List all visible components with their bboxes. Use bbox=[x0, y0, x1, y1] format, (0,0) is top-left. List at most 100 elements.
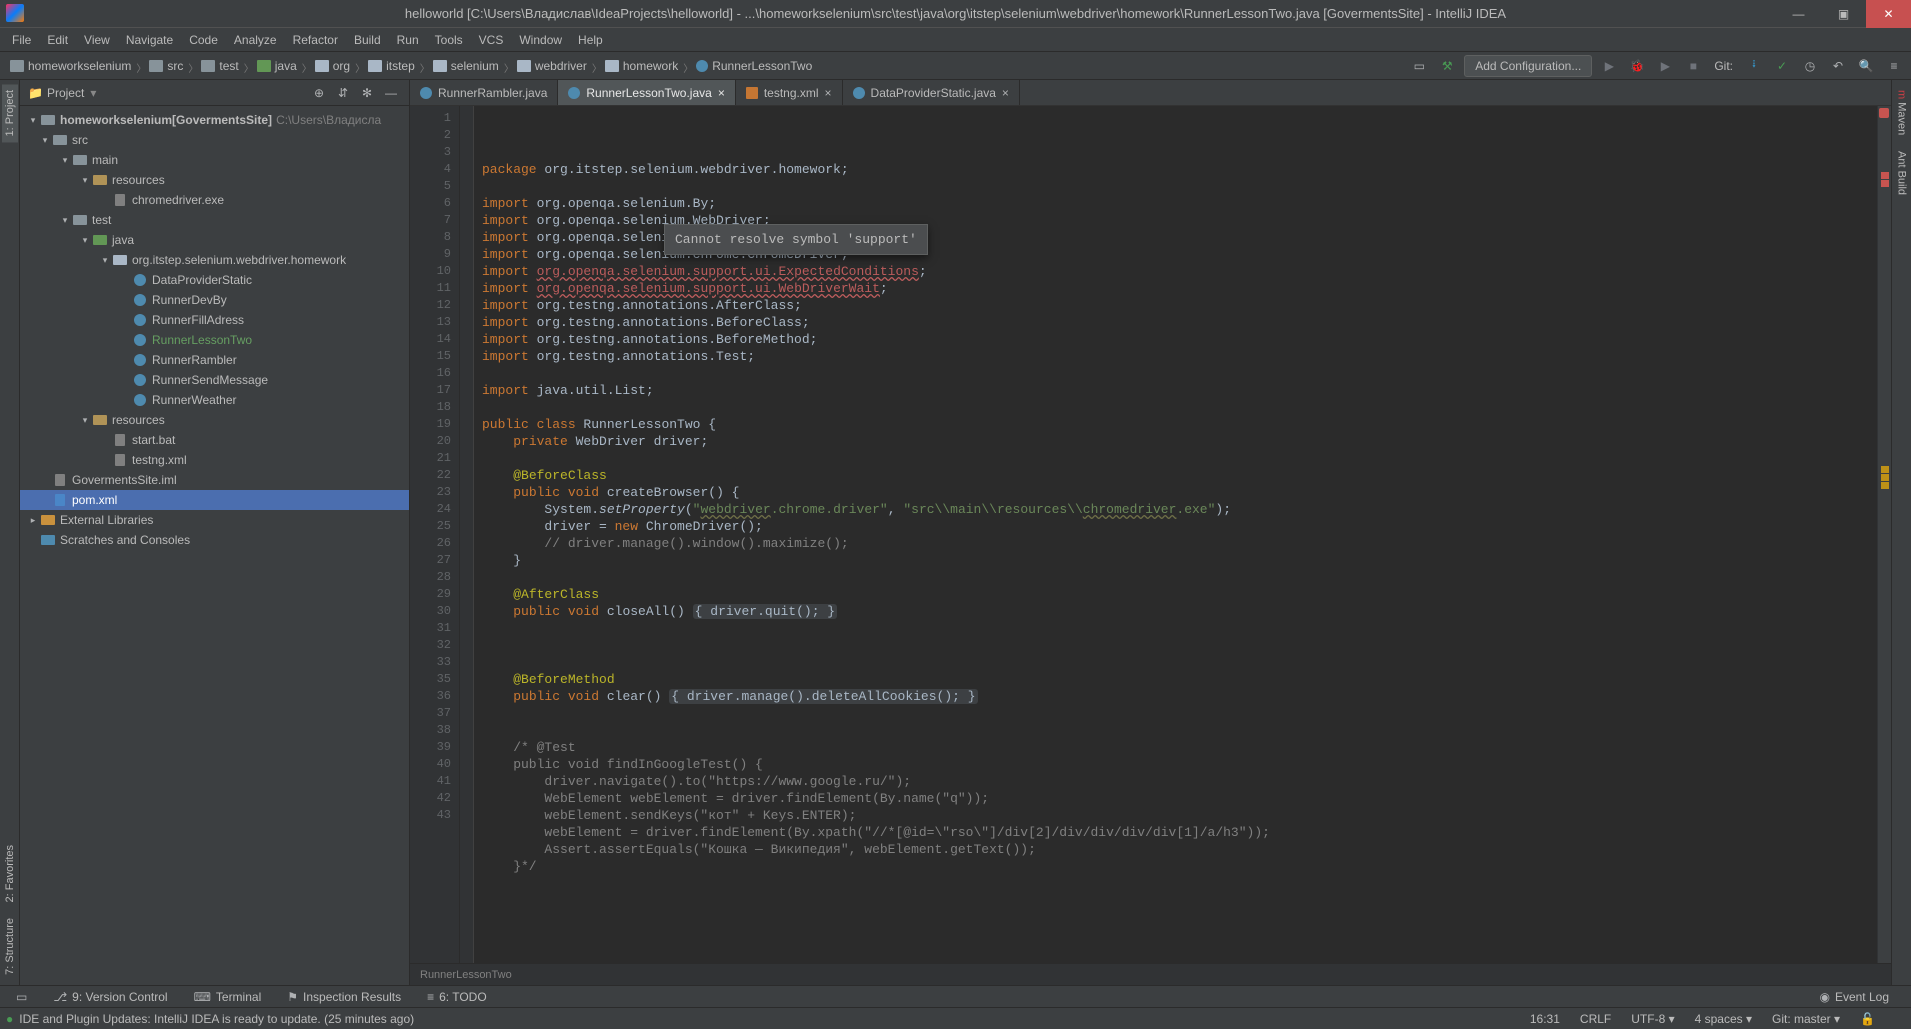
crumb-2[interactable]: test bbox=[197, 59, 242, 73]
menu-tools[interactable]: Tools bbox=[427, 30, 471, 50]
debug-button[interactable]: 🐞 bbox=[1626, 55, 1648, 77]
warning-marker[interactable] bbox=[1881, 466, 1889, 473]
tree-chromedriver[interactable]: chromedriver.exe bbox=[20, 190, 409, 210]
menu-navigate[interactable]: Navigate bbox=[118, 30, 181, 50]
indent-config[interactable]: 4 spaces ▾ bbox=[1685, 1012, 1762, 1026]
menu-window[interactable]: Window bbox=[511, 30, 570, 50]
tree-file-runnerrambler[interactable]: RunnerRambler bbox=[20, 350, 409, 370]
tree-scratches[interactable]: Scratches and Consoles bbox=[20, 530, 409, 550]
run-button[interactable]: ▶ bbox=[1598, 55, 1620, 77]
close-button[interactable]: ✕ bbox=[1866, 0, 1911, 28]
tree-test-resources[interactable]: ▾resources bbox=[20, 410, 409, 430]
inspection-tool-tab[interactable]: ⚑Inspection Results bbox=[277, 988, 411, 1006]
menu-analyze[interactable]: Analyze bbox=[226, 30, 285, 50]
project-tool-tab[interactable]: 1: Project bbox=[2, 84, 18, 142]
version-control-tool-tab[interactable]: ⎇9: Version Control bbox=[43, 988, 177, 1006]
maximize-button[interactable]: ▣ bbox=[1821, 0, 1866, 28]
project-view-selector[interactable]: 📁 Project ▾ bbox=[28, 86, 96, 100]
crumb-5[interactable]: itstep bbox=[364, 59, 419, 73]
tree-file-runnerweather[interactable]: RunnerWeather bbox=[20, 390, 409, 410]
tree-iml[interactable]: GovermentsSite.iml bbox=[20, 470, 409, 490]
warning-marker[interactable] bbox=[1881, 482, 1889, 489]
fold-gutter[interactable] bbox=[460, 106, 474, 963]
tree-main-resources[interactable]: ▾resources bbox=[20, 170, 409, 190]
tab-close-icon[interactable]: × bbox=[825, 86, 832, 100]
ide-settings-icon[interactable]: ≡ bbox=[1883, 55, 1905, 77]
menu-code[interactable]: Code bbox=[181, 30, 226, 50]
crumb-1[interactable]: src bbox=[145, 59, 187, 73]
code-body[interactable]: package org.itstep.selenium.webdriver.ho… bbox=[474, 106, 1877, 963]
tree-file-runnerlessontwo[interactable]: RunnerLessonTwo bbox=[20, 330, 409, 350]
structure-tool-tab[interactable]: 7: Structure bbox=[2, 912, 18, 981]
menu-view[interactable]: View bbox=[76, 30, 118, 50]
vcs-rollback-icon[interactable]: ↶ bbox=[1827, 55, 1849, 77]
menu-run[interactable]: Run bbox=[389, 30, 427, 50]
tree-startbat[interactable]: start.bat bbox=[20, 430, 409, 450]
tree-pom[interactable]: pom.xml bbox=[20, 490, 409, 510]
tree-package[interactable]: ▾org.itstep.selenium.webdriver.homework bbox=[20, 250, 409, 270]
tree-testng[interactable]: testng.xml bbox=[20, 450, 409, 470]
file-encoding[interactable]: UTF-8 ▾ bbox=[1621, 1012, 1684, 1026]
settings-icon[interactable]: ✻ bbox=[357, 83, 377, 103]
crumb-3[interactable]: java bbox=[253, 59, 301, 73]
locate-icon[interactable]: ⊕ bbox=[309, 83, 329, 103]
editor-tab-dataproviderstatic[interactable]: DataProviderStatic.java× bbox=[843, 80, 1020, 105]
tree-ext-libs[interactable]: ▸External Libraries bbox=[20, 510, 409, 530]
search-everywhere-icon[interactable]: 🔍 bbox=[1855, 55, 1877, 77]
vcs-update-icon[interactable]: ⭭ bbox=[1743, 55, 1765, 77]
menu-refactor[interactable]: Refactor bbox=[285, 30, 346, 50]
error-marker[interactable] bbox=[1881, 180, 1889, 187]
add-configuration-button[interactable]: Add Configuration... bbox=[1464, 55, 1592, 77]
editor-tab-runnerlessontwo[interactable]: RunnerLessonTwo.java× bbox=[558, 80, 735, 105]
warning-marker[interactable] bbox=[1881, 474, 1889, 481]
crumb-7[interactable]: webdriver bbox=[513, 59, 591, 73]
editor-tab-testng[interactable]: testng.xml× bbox=[736, 80, 843, 105]
editor-tab-runnerrambler[interactable]: RunnerRambler.java bbox=[410, 80, 558, 105]
git-branch[interactable]: Git: master ▾ bbox=[1762, 1012, 1850, 1026]
vcs-commit-icon[interactable]: ✓ bbox=[1771, 55, 1793, 77]
maven-tool-tab[interactable]: m Maven bbox=[1894, 84, 1910, 141]
code-editor[interactable]: 1234567891011121314151617181920212223242… bbox=[410, 106, 1891, 963]
project-tree[interactable]: ▾homeworkselenium [GovermentsSite]C:\Use… bbox=[20, 106, 409, 985]
todo-tool-tab[interactable]: ≡6: TODO bbox=[417, 988, 497, 1006]
crumb-0[interactable]: homeworkselenium bbox=[6, 59, 135, 73]
tree-root[interactable]: ▾homeworkselenium [GovermentsSite]C:\Use… bbox=[20, 110, 409, 130]
error-marker[interactable] bbox=[1881, 172, 1889, 179]
show-tool-windows-icon[interactable]: ▭ bbox=[6, 988, 37, 1006]
tree-test[interactable]: ▾test bbox=[20, 210, 409, 230]
tree-file-runnerfiladress[interactable]: RunnerFillAdress bbox=[20, 310, 409, 330]
vcs-history-icon[interactable]: ◷ bbox=[1799, 55, 1821, 77]
tab-close-icon[interactable]: × bbox=[1002, 86, 1009, 100]
caret-position[interactable]: 16:31 bbox=[1520, 1012, 1570, 1026]
hide-icon[interactable]: — bbox=[381, 83, 401, 103]
crumb-6[interactable]: selenium bbox=[429, 59, 503, 73]
select-run-config-icon[interactable]: ▭ bbox=[1408, 55, 1430, 77]
error-stripe[interactable] bbox=[1877, 106, 1891, 963]
status-message[interactable]: ●IDE and Plugin Updates: IntelliJ IDEA i… bbox=[6, 1012, 414, 1026]
tree-main[interactable]: ▾main bbox=[20, 150, 409, 170]
crumb-9[interactable]: RunnerLessonTwo bbox=[692, 59, 816, 73]
editor-crumb-trail[interactable]: RunnerLessonTwo bbox=[410, 963, 1891, 985]
favorites-tool-tab[interactable]: 2: Favorites bbox=[2, 839, 18, 908]
line-number-gutter[interactable]: 1234567891011121314151617181920212223242… bbox=[410, 106, 460, 963]
minimize-button[interactable]: — bbox=[1776, 0, 1821, 28]
tree-file-dataproviderstatic[interactable]: DataProviderStatic bbox=[20, 270, 409, 290]
tab-close-icon[interactable]: × bbox=[718, 86, 725, 100]
tree-src[interactable]: ▾src bbox=[20, 130, 409, 150]
menu-build[interactable]: Build bbox=[346, 30, 389, 50]
collapse-all-icon[interactable]: ⇵ bbox=[333, 83, 353, 103]
menu-help[interactable]: Help bbox=[570, 30, 611, 50]
readonly-lock-icon[interactable]: 🔓 bbox=[1850, 1012, 1885, 1026]
menu-vcs[interactable]: VCS bbox=[471, 30, 512, 50]
crumb-8[interactable]: homework bbox=[601, 59, 682, 73]
build-icon[interactable]: ⚒ bbox=[1436, 55, 1458, 77]
tree-test-java[interactable]: ▾java bbox=[20, 230, 409, 250]
ant-tool-tab[interactable]: Ant Build bbox=[1894, 145, 1910, 201]
crumb-4[interactable]: org bbox=[311, 59, 354, 73]
event-log-tool-tab[interactable]: ◉Event Log bbox=[1809, 988, 1899, 1006]
tree-file-runnersendmessage[interactable]: RunnerSendMessage bbox=[20, 370, 409, 390]
coverage-button[interactable]: ▶ bbox=[1654, 55, 1676, 77]
analysis-error-icon[interactable] bbox=[1879, 108, 1889, 118]
stop-button[interactable]: ■ bbox=[1682, 55, 1704, 77]
menu-file[interactable]: File bbox=[4, 30, 39, 50]
